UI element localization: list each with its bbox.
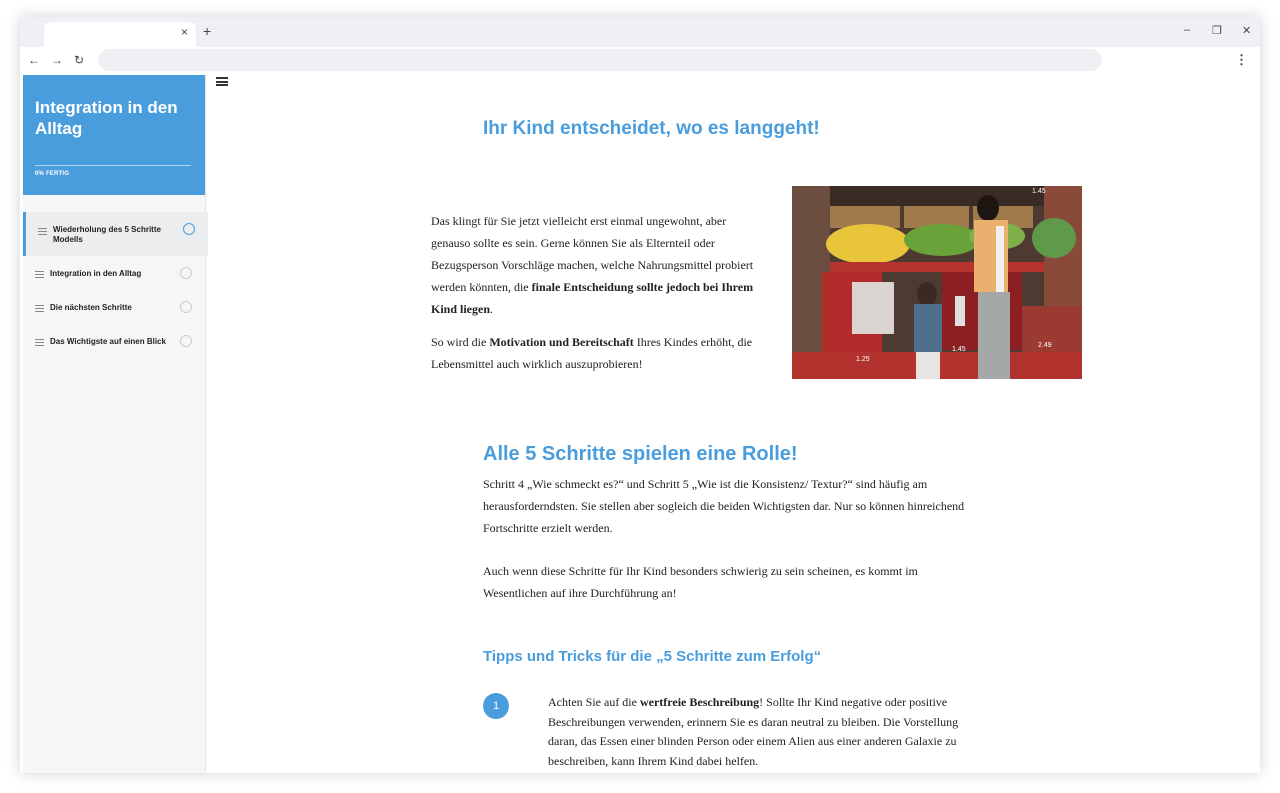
tab-close-icon[interactable]: ×	[181, 25, 188, 39]
progress-circle-icon	[180, 335, 192, 347]
browser-window: × + – ❐ ✕ ← → ↻ ⋮ Integration in den All…	[20, 17, 1260, 773]
course-title: Integration in den Alltag	[35, 98, 178, 138]
sidebar-item-label: Die nächsten Schritte	[50, 303, 132, 312]
tip-number-badge: 1	[483, 693, 509, 719]
header-divider	[35, 165, 191, 166]
course-sidebar: Integration in den Alltag 0% FERTIG Wied…	[23, 75, 208, 773]
price-tag: 1.45	[952, 346, 966, 353]
new-tab-icon[interactable]: +	[203, 23, 211, 39]
restore-icon[interactable]: ❐	[1212, 24, 1222, 37]
sidebar-item-label: Wiederholung des 5 Schritte Modells	[53, 225, 161, 244]
tab-bar: × + – ❐ ✕	[20, 17, 1260, 47]
forward-icon[interactable]: →	[51, 53, 63, 67]
heading-kind-entscheidet: Ihr Kind entscheidet, wo es langgeht!	[483, 118, 820, 139]
price-tag: 2.49	[1038, 342, 1052, 349]
paragraph-intro: Das klingt für Sie jetzt vielleicht erst…	[431, 210, 761, 320]
bold-text: wertfreie Beschreibung	[639, 695, 760, 709]
reload-icon[interactable]: ↻	[74, 53, 84, 67]
text: .	[490, 302, 494, 316]
sidebar-item-label: Integration in den Alltag	[50, 269, 142, 278]
hamburger-menu-icon[interactable]	[216, 77, 228, 86]
address-bar[interactable]	[98, 49, 1102, 71]
heading-tipps-tricks: Tipps und Tricks für die „5 Schritte zum…	[483, 648, 822, 665]
progress-circle-icon	[180, 301, 192, 313]
browser-menu-icon[interactable]: ⋮	[1235, 52, 1248, 68]
browser-toolbar: ← → ↻ ⋮	[20, 47, 1260, 75]
price-tag: 1.45	[1032, 188, 1046, 195]
back-icon[interactable]: ←	[28, 53, 40, 67]
sidebar-item-wichtigste[interactable]: Das Wichtigste auf einen Blick	[23, 331, 205, 353]
lesson-lines-icon	[35, 271, 44, 278]
minimize-icon[interactable]: –	[1184, 24, 1190, 36]
text: Achten Sie auf die	[548, 695, 640, 709]
lesson-lines-icon	[38, 228, 47, 235]
market-photo-illustration	[792, 186, 1082, 379]
market-photo: 1.25 1.45 1.45 2.49	[792, 186, 1082, 379]
sidebar-item-naechste-schritte[interactable]: Die nächsten Schritte	[23, 297, 205, 319]
paragraph-motivation: So wird die Motivation und Bereitschaft …	[431, 331, 761, 375]
close-window-icon[interactable]: ✕	[1242, 24, 1251, 37]
paragraph-schritt-4-5: Schritt 4 „Wie schmeckt es?“ und Schritt…	[483, 477, 965, 535]
lesson-lines-icon	[35, 339, 44, 346]
progress-label: 0% FERTIG	[35, 171, 70, 177]
bold-text: Motivation und Bereitschaft	[489, 335, 634, 349]
text: So wird die	[431, 335, 490, 349]
browser-tab[interactable]: ×	[44, 22, 196, 47]
sidebar-item-integration[interactable]: Integration in den Alltag	[23, 263, 205, 285]
sidebar-item-label: Das Wichtigste auf einen Blick	[50, 337, 166, 346]
paragraph-durchfuehrung: Auch wenn diese Schritte für Ihr Kind be…	[483, 564, 918, 600]
sidebar-item-wiederholung[interactable]: Wiederholung des 5 Schritte Modells	[23, 212, 208, 256]
price-tag: 1.25	[856, 356, 870, 363]
heading-alle-schritte: Alle 5 Schritte spielen eine Rolle!	[483, 443, 798, 465]
progress-circle-icon	[183, 223, 195, 235]
sidebar-header: Integration in den Alltag 0% FERTIG	[23, 75, 205, 195]
progress-circle-icon	[180, 267, 192, 279]
lesson-lines-icon	[35, 305, 44, 312]
tip-1-text: Achten Sie auf die wertfreie Beschreibun…	[548, 693, 978, 771]
